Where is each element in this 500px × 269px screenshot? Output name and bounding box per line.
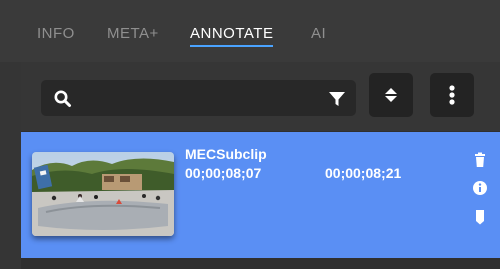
search-input[interactable] [41, 80, 356, 116]
tab-ai-label: AI [311, 25, 327, 42]
clip-title: MECSubclip [185, 146, 267, 162]
clip-thumbnail [32, 152, 174, 236]
timecode-out: 00;00;08;21 [325, 165, 402, 181]
tab-annotate-label: ANNOTATE [190, 25, 274, 42]
tab-ai[interactable]: AI [311, 25, 326, 42]
clip-thumbnail-image [32, 152, 174, 236]
sort-button[interactable] [369, 73, 413, 117]
active-tab-indicator [190, 45, 274, 47]
tab-info[interactable]: INFO [37, 25, 75, 42]
more-vertical-icon [449, 85, 455, 105]
filter-icon[interactable] [328, 90, 346, 108]
tab-meta-plus-label: META+ [107, 25, 159, 42]
toolbar [21, 62, 500, 131]
tab-info-label: INFO [37, 25, 75, 42]
left-gutter [0, 62, 21, 269]
trash-icon[interactable] [472, 152, 488, 168]
sort-icon [385, 88, 397, 102]
subclip-item[interactable]: MECSubclip 00;00;08;07 00;00;08;21 [21, 132, 500, 258]
annotate-panel: MECSubclip 00;00;08;07 00;00;08;21 [21, 62, 500, 269]
tab-meta-plus[interactable]: META+ [107, 25, 159, 42]
more-options-button[interactable] [430, 73, 474, 117]
timecode-in: 00;00;08;07 [185, 165, 262, 181]
tab-annotate[interactable]: ANNOTATE [190, 25, 274, 47]
bookmark-icon[interactable] [472, 209, 488, 225]
search-icon [54, 90, 71, 107]
info-icon[interactable] [472, 180, 488, 196]
